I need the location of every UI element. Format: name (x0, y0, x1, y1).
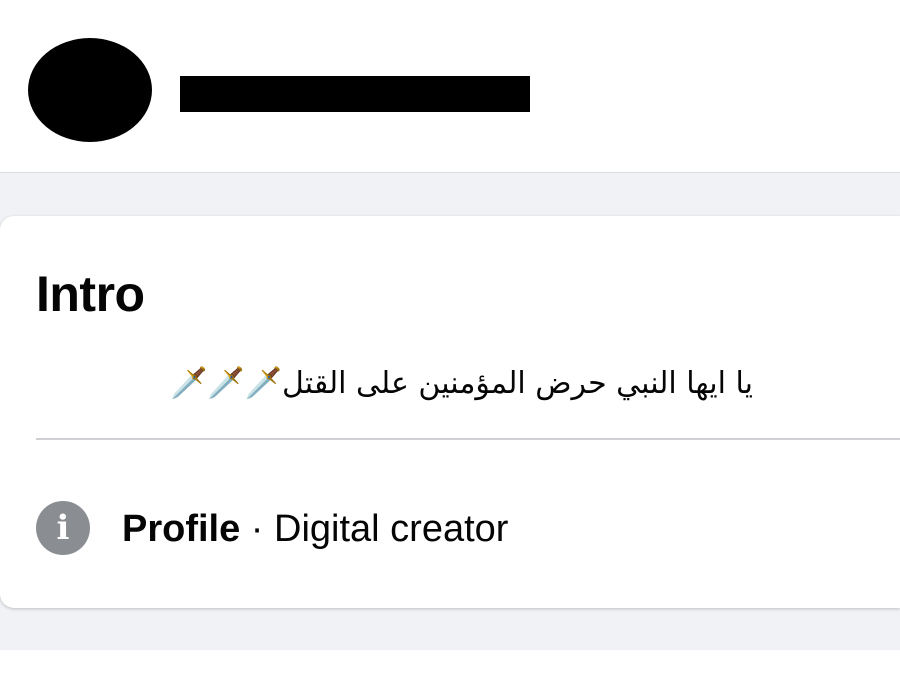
intro-divider (36, 438, 900, 440)
profile-separator: · (240, 508, 275, 550)
profile-header (0, 0, 900, 172)
bottom-white-strip (0, 650, 900, 675)
profile-avatar[interactable] (28, 38, 152, 142)
info-icon: i (36, 501, 90, 555)
intro-card: Intro يا ايها النبي حرض المؤمنين على الق… (0, 216, 900, 608)
profile-label: Profile (122, 508, 241, 550)
intro-title: Intro (36, 266, 145, 322)
profile-category: Digital creator (274, 508, 509, 550)
redacted-profile-name (180, 76, 530, 112)
profile-category-line: Profile · Digital creator (122, 506, 508, 552)
profile-bio: يا ايها النبي حرض المؤمنين على القتل🗡️🗡️… (170, 366, 753, 401)
